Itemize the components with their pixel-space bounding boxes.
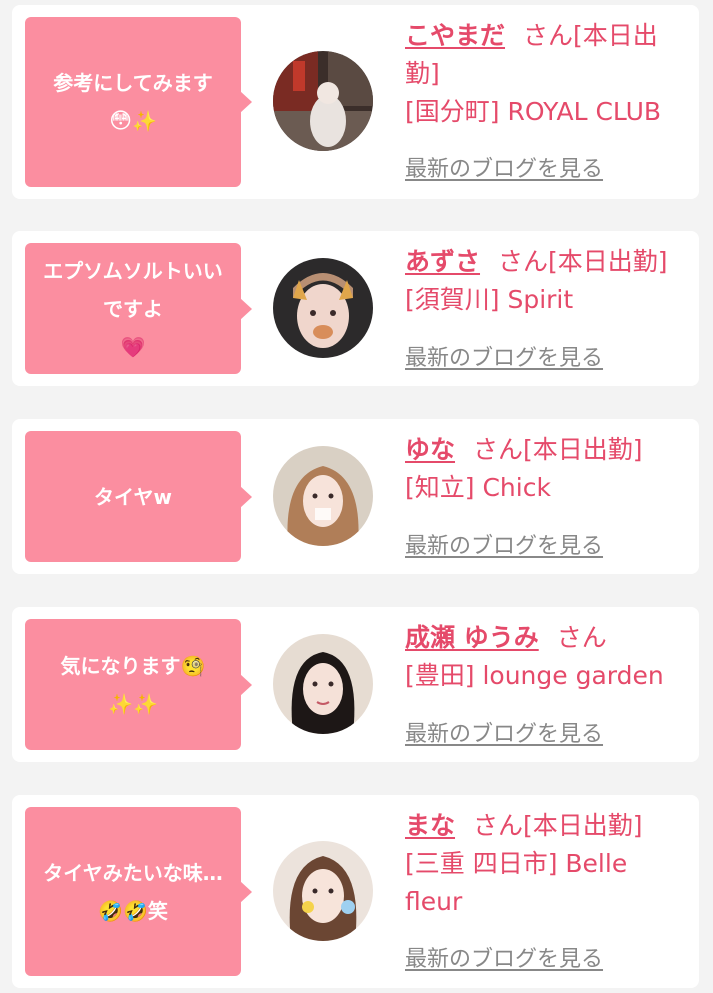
user-name-link[interactable]: 成瀬 ゆうみ	[405, 623, 539, 652]
user-name-link[interactable]: こやまだ	[405, 21, 505, 50]
card-info: ゆな さん[本日出勤] [知立] Chick	[405, 431, 685, 507]
growing-heart-icon: 💗	[120, 334, 146, 359]
list-item: エプソムソルトいいですよ 💗 あずさ さん[本日出勤] [須賀川] Spirit 最…	[12, 231, 699, 386]
face-with-monocle-icon: 🧐	[180, 653, 206, 678]
blog-link[interactable]: 最新のブログを見る	[405, 941, 603, 973]
card-info: 成瀬 ゆうみ さん [豊田] lounge garden	[405, 619, 685, 695]
comment-list: 参考にしてみます 😳✨ こやまだ さん[本日出勤] [国分町] ROYAL CLU…	[0, 0, 713, 993]
list-item: タイヤw ゆな さん[本日出勤] [知立] Chick 最新のブログを見る	[12, 419, 699, 574]
status-label: さん[本日出勤]	[498, 247, 668, 276]
status-label: さん	[556, 623, 607, 652]
avatar[interactable]	[273, 634, 373, 734]
status-label: さん[本日出勤]	[473, 435, 643, 464]
shop-label: [知立] Chick	[405, 473, 551, 502]
blog-link[interactable]: 最新のブログを見る	[405, 528, 603, 560]
blog-link[interactable]: 最新のブログを見る	[405, 151, 603, 183]
comment-tail: 笑	[147, 898, 168, 923]
comment-text: エプソムソルトいいですよ	[43, 258, 223, 321]
shop-label: [国分町] ROYAL CLUB	[405, 97, 662, 126]
comment-text: 気になります	[60, 653, 181, 678]
card-info: まな さん[本日出勤] [三重 四日市] Belle fleur	[405, 807, 685, 921]
list-item: タイヤみたいな味…🤣🤣笑 まな さん[本日出勤] [三重 四日市] Belle f…	[12, 795, 699, 988]
comment-bubble: 参考にしてみます 😳✨	[25, 17, 252, 187]
status-label: さん[本日出勤]	[473, 811, 643, 840]
sparkles-icon: ✨	[132, 108, 157, 133]
blog-link[interactable]: 最新のブログを見る	[405, 716, 603, 748]
comment-bubble: 気になります🧐 ✨✨	[25, 619, 252, 750]
flushed-face-icon: 😳	[109, 108, 133, 134]
shop-label: [豊田] lounge garden	[405, 661, 664, 690]
card-info: あずさ さん[本日出勤] [須賀川] Spirit	[405, 243, 685, 319]
avatar[interactable]	[273, 258, 373, 358]
user-name-link[interactable]: ゆな	[405, 435, 455, 464]
user-name-link[interactable]: あずさ	[405, 247, 480, 276]
rolling-laughing-icon: 🤣	[123, 898, 148, 923]
comment-text: タイヤw	[94, 484, 172, 509]
list-item: 気になります🧐 ✨✨ 成瀬 ゆうみ さん [豊田] lounge garden 最…	[12, 607, 699, 762]
sparkles-icon: ✨	[133, 691, 158, 716]
blog-link[interactable]: 最新のブログを見る	[405, 340, 603, 372]
avatar[interactable]	[273, 841, 373, 941]
user-name-link[interactable]: まな	[405, 811, 455, 840]
comment-bubble: タイヤw	[25, 431, 252, 562]
shop-label: [須賀川] Spirit	[405, 285, 574, 314]
avatar[interactable]	[273, 446, 373, 546]
sparkles-icon: ✨	[108, 691, 133, 716]
comment-text: タイヤみたいな味…	[43, 860, 223, 885]
comment-bubble: エプソムソルトいいですよ 💗	[25, 243, 252, 374]
comment-text: 参考にしてみます	[53, 70, 213, 95]
list-item: 参考にしてみます 😳✨ こやまだ さん[本日出勤] [国分町] ROYAL CLU…	[12, 5, 699, 199]
comment-bubble: タイヤみたいな味…🤣🤣笑	[25, 807, 252, 976]
shop-label: [三重 四日市] Belle fleur	[405, 849, 628, 916]
avatar[interactable]	[273, 51, 373, 151]
rolling-laughing-icon: 🤣	[98, 898, 123, 923]
card-info: こやまだ さん[本日出勤] [国分町] ROYAL CLUB	[405, 17, 685, 131]
